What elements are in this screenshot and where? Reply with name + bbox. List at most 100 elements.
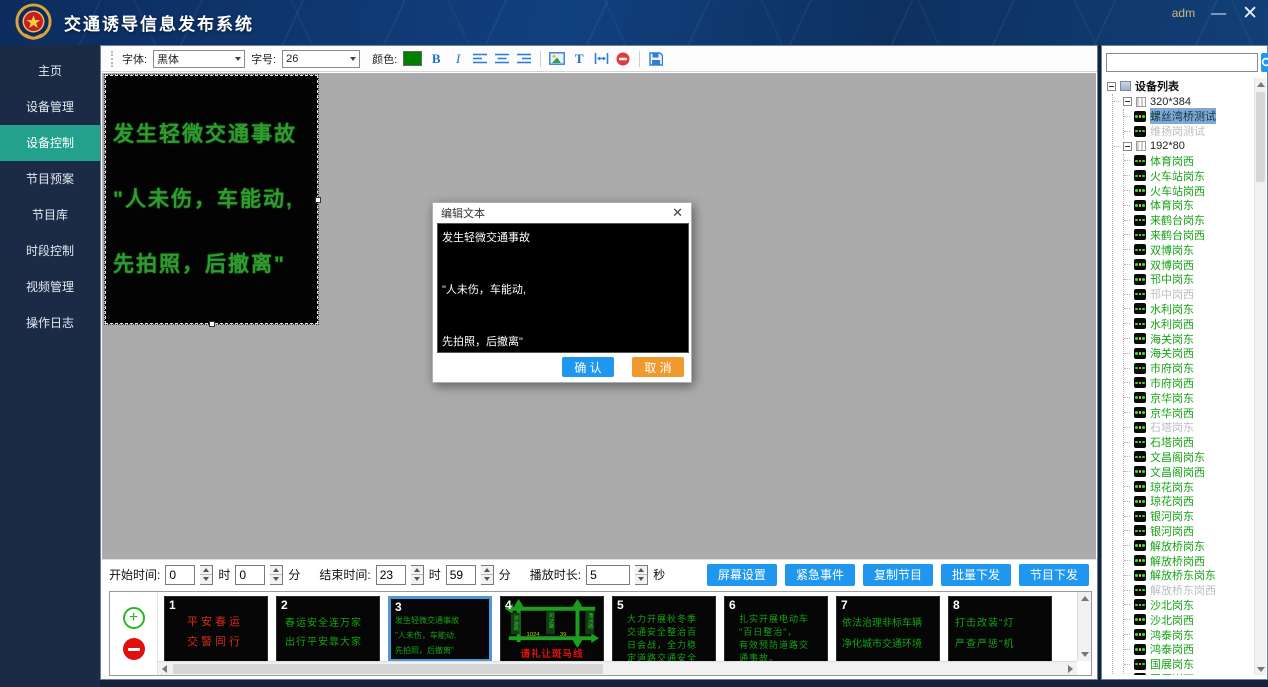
device-item[interactable]: 螺丝湾桥测试 <box>1124 109 1253 124</box>
collapse-icon[interactable] <box>1123 97 1132 106</box>
confirm-button[interactable]: 确 认 <box>562 357 614 377</box>
end-hour-stepper[interactable] <box>411 565 424 585</box>
device-item[interactable]: 体育岗西 <box>1124 154 1253 169</box>
start-min-stepper[interactable] <box>270 565 283 585</box>
device-item[interactable]: 水利岗东 <box>1124 302 1253 317</box>
device-tree-root[interactable]: 设备列表 <box>1107 78 1253 94</box>
device-item[interactable]: 解放桥岗东 <box>1124 538 1253 553</box>
device-item[interactable]: 沙北岗东 <box>1124 598 1253 613</box>
cancel-button[interactable]: 取 消 <box>632 357 684 377</box>
duration-input[interactable] <box>586 565 630 585</box>
color-swatch[interactable] <box>403 51 422 66</box>
device-item[interactable]: 沙北岗西 <box>1124 612 1253 627</box>
start-hour-input[interactable] <box>165 565 195 585</box>
device-item[interactable]: 邗中岗西 <box>1124 287 1253 302</box>
device-item[interactable]: 市府岗东 <box>1124 361 1253 376</box>
search-button[interactable] <box>1261 53 1268 72</box>
device-item[interactable]: 琼花岗西 <box>1124 494 1253 509</box>
tree-scrollbar[interactable] <box>1254 78 1266 675</box>
save-icon[interactable] <box>648 50 664 68</box>
device-item[interactable]: 体育岗东 <box>1124 198 1253 213</box>
scrollbar-thumb[interactable] <box>1256 92 1265 182</box>
scroll-down-icon[interactable] <box>1255 663 1266 675</box>
close-icon[interactable]: ✕ <box>1242 6 1258 21</box>
action-button[interactable]: 复制节目 <box>863 564 933 586</box>
device-item[interactable]: 邗中岗东 <box>1124 272 1253 287</box>
insert-image-icon[interactable] <box>549 50 565 68</box>
device-item[interactable]: 火车站岗东 <box>1124 168 1253 183</box>
end-min-stepper[interactable] <box>481 565 494 585</box>
device-item[interactable]: 市府岗西 <box>1124 376 1253 391</box>
device-group-192x80[interactable]: 192*80 <box>1113 139 1253 154</box>
device-item[interactable]: 石塔岗东 <box>1124 420 1253 435</box>
action-button[interactable]: 紧急事件 <box>785 564 855 586</box>
bold-button[interactable]: B <box>428 50 444 68</box>
scroll-down-icon[interactable] <box>1078 648 1091 661</box>
minimize-icon[interactable]: — <box>1211 6 1226 21</box>
dialog-close-icon[interactable]: ✕ <box>672 205 683 221</box>
device-item[interactable]: 文昌阁岗东 <box>1124 450 1253 465</box>
program-thumbnail[interactable]: 4 <box>500 596 604 662</box>
device-group-320x384[interactable]: 320*384 <box>1113 94 1253 109</box>
sidebar-item[interactable]: 操作日志 <box>0 305 100 341</box>
duration-stepper[interactable] <box>635 565 648 585</box>
sidebar-item[interactable]: 时段控制 <box>0 233 100 269</box>
program-thumbnail[interactable]: 8 打击改装"灯 严查严惩"机 <box>948 596 1052 662</box>
device-item[interactable]: 双博岗西 <box>1124 257 1253 272</box>
device-item[interactable]: 来鹤台岗东 <box>1124 213 1253 228</box>
device-item[interactable]: 解放桥东岗东 <box>1124 568 1253 583</box>
device-item[interactable]: 解放桥东岗西 <box>1124 583 1253 598</box>
sidebar-item[interactable]: 设备管理 <box>0 89 100 125</box>
device-item[interactable]: 来鹤台岗西 <box>1124 228 1253 243</box>
start-hour-stepper[interactable] <box>200 565 213 585</box>
program-thumbnail[interactable]: 3 发生轻微交通事故 "人未伤，车能动, 先拍照，后撤离" <box>388 596 492 662</box>
device-item[interactable]: 文昌阁岗西 <box>1124 464 1253 479</box>
align-right-icon[interactable] <box>516 50 532 68</box>
stop-icon[interactable] <box>615 50 631 68</box>
sidebar-item[interactable]: 节目库 <box>0 197 100 233</box>
resize-handle-right[interactable] <box>315 197 321 203</box>
device-item[interactable]: 海关岗西 <box>1124 346 1253 361</box>
device-item[interactable]: 维扬岗测试 <box>1124 124 1253 139</box>
start-min-input[interactable] <box>235 565 265 585</box>
thumb-horizontal-scrollbar[interactable] <box>158 661 1077 675</box>
user-label[interactable]: adm <box>1172 6 1195 20</box>
device-item[interactable]: 京华岗西 <box>1124 405 1253 420</box>
font-select[interactable]: 黑体 <box>153 50 245 68</box>
scroll-up-icon[interactable] <box>1078 592 1091 605</box>
device-item[interactable]: 鸿泰岗西 <box>1124 642 1253 657</box>
program-thumbnail[interactable]: 2 春运安全连万家 出行平安靠大家 <box>276 596 380 662</box>
device-item[interactable]: 京华岗东 <box>1124 390 1253 405</box>
screen-fit-icon[interactable] <box>593 50 609 68</box>
dialog-textarea[interactable]: 发生轻微交通事故 "人未伤，车能动, 先拍照，后撤离" <box>437 223 689 353</box>
scrollbar-thumb[interactable] <box>173 664 603 674</box>
device-item[interactable]: 鸿泰岗东 <box>1124 627 1253 642</box>
scroll-up-icon[interactable] <box>1255 78 1266 90</box>
device-item[interactable]: 双博岗东 <box>1124 242 1253 257</box>
add-program-button[interactable]: + <box>123 607 145 629</box>
size-select[interactable]: 26 <box>282 50 360 68</box>
led-preview[interactable]: 发生轻微交通事故 "人未伤，车能动, 先拍照，后撤离" <box>105 75 318 324</box>
collapse-icon[interactable] <box>1107 82 1116 91</box>
device-item[interactable]: 银河岗东 <box>1124 509 1253 524</box>
sidebar-item[interactable]: 视频管理 <box>0 269 100 305</box>
program-thumbnail[interactable]: 5 大力开展秋冬季 交通安全整治百 日会战，全力稳 定道路交通安全 形势！ <box>612 596 716 662</box>
program-thumbnail[interactable]: 7 依法治理非标车辆 净化城市交通环境 <box>836 596 940 662</box>
insert-text-icon[interactable]: T <box>571 50 587 68</box>
align-left-icon[interactable] <box>472 50 488 68</box>
scroll-right-icon[interactable] <box>1064 662 1077 675</box>
device-item[interactable]: 琼花岗东 <box>1124 479 1253 494</box>
device-item[interactable]: 解放桥岗西 <box>1124 553 1253 568</box>
device-item[interactable]: 国展岗西 <box>1124 671 1253 675</box>
end-hour-input[interactable] <box>376 565 406 585</box>
collapse-icon[interactable] <box>1123 142 1132 151</box>
align-center-icon[interactable] <box>494 50 510 68</box>
device-item[interactable]: 石塔岗西 <box>1124 435 1253 450</box>
program-thumbnail[interactable]: 6 扎实开展电动车 "百日整治"， 有效预防道路交 通事故。 <box>724 596 828 662</box>
sidebar-item[interactable]: 主页 <box>0 53 100 89</box>
device-item[interactable]: 海关岗东 <box>1124 331 1253 346</box>
device-item[interactable]: 水利岗西 <box>1124 316 1253 331</box>
action-button[interactable]: 节目下发 <box>1019 564 1089 586</box>
thumb-vertical-scrollbar[interactable] <box>1077 592 1091 661</box>
device-search-input[interactable] <box>1106 53 1258 72</box>
